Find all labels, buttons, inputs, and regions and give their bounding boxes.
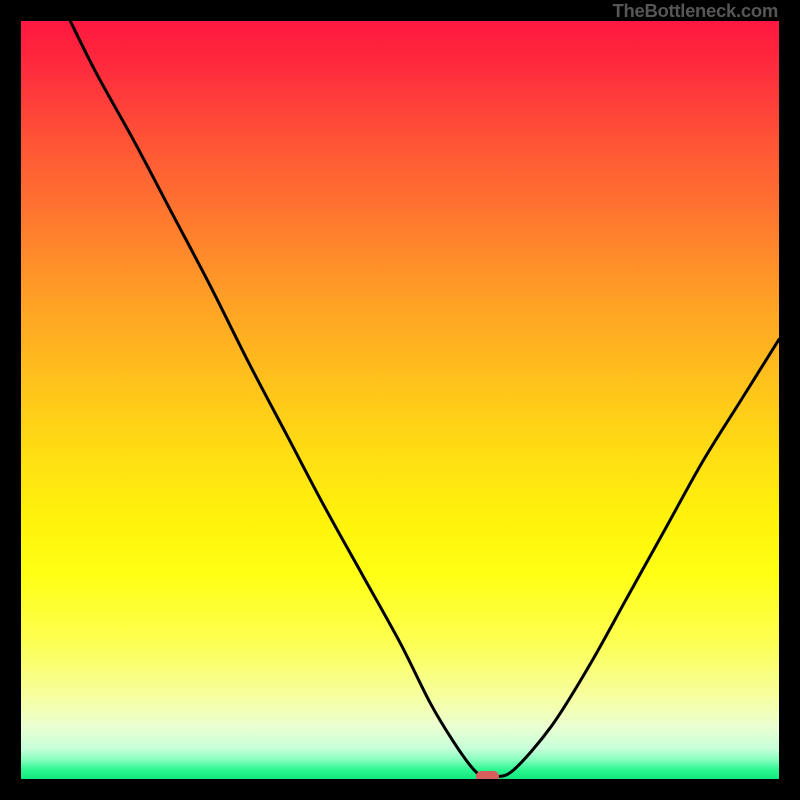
chart-frame: TheBottleneck.com <box>0 0 800 800</box>
bottleneck-curve <box>70 21 779 778</box>
minimum-marker <box>476 771 499 779</box>
watermark-text: TheBottleneck.com <box>612 0 778 22</box>
plot-area <box>21 21 779 779</box>
curve-svg <box>21 21 779 779</box>
